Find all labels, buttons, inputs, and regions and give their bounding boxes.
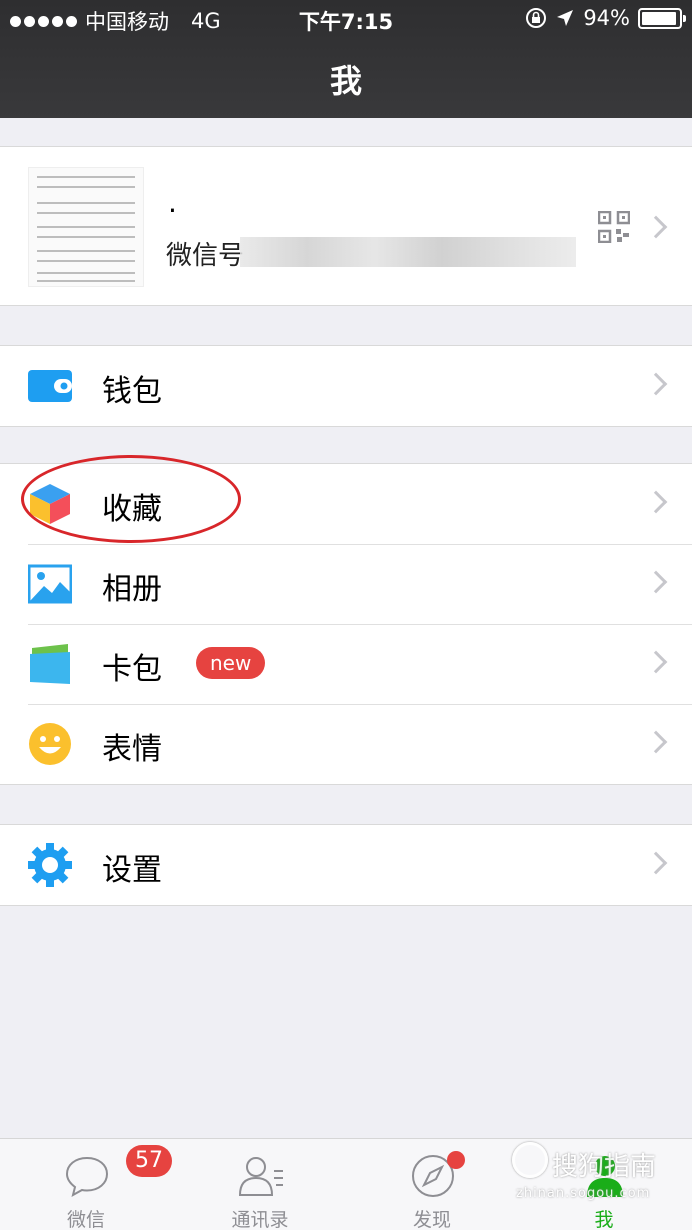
menu-item-wallet[interactable]: 钱包: [0, 346, 692, 426]
menu-item-label: 表情: [102, 732, 162, 767]
chevron-right-icon: [644, 570, 668, 594]
chevron-right-icon: [644, 730, 668, 754]
card-pack-icon: [30, 644, 70, 684]
gear-icon: [28, 843, 72, 887]
carrier-name: 中国移动: [85, 10, 169, 34]
chevron-right-icon: [644, 851, 668, 875]
chevron-right-icon: [644, 215, 668, 239]
watermark-url: zhinan.sogou.com: [516, 1186, 651, 1201]
signal-strength-icon: [10, 15, 77, 27]
menu-item-settings[interactable]: 设置: [0, 825, 692, 905]
unread-count-badge: 57: [126, 1145, 172, 1177]
wechat-id-label: 微信号: [166, 241, 245, 271]
avatar[interactable]: [28, 167, 144, 287]
qr-code-icon[interactable]: [598, 211, 630, 243]
menu-item-label: 卡包: [102, 652, 162, 687]
profile-nickname: .: [168, 186, 177, 219]
sogou-logo-icon: [512, 1142, 548, 1178]
highlight-circle: [21, 455, 241, 543]
menu-item-card-pack[interactable]: 卡包 new: [0, 624, 692, 704]
discover-dot-badge: [447, 1151, 465, 1169]
album-photo-icon: [28, 564, 72, 604]
tab-label: 发现: [412, 1209, 451, 1230]
menu-item-stickers[interactable]: 表情: [0, 704, 692, 784]
smiley-face-icon: [29, 723, 71, 765]
tab-discover[interactable]: 发现: [372, 1139, 492, 1230]
contacts-person-icon: [238, 1157, 283, 1196]
watermark-text: 搜狗指南: [552, 1152, 657, 1182]
menu-item-album[interactable]: 相册: [0, 544, 692, 624]
top-bar: 中国移动 4G 下午7:15 94% 我: [0, 0, 692, 118]
battery-percent: 94%: [583, 6, 630, 30]
tab-chats[interactable]: 微信 57: [26, 1139, 172, 1230]
watermark: 搜狗指南 zhinan.sogou.com: [512, 1140, 682, 1210]
wallet-icon: [28, 370, 72, 402]
chat-bubble-icon: [65, 1156, 109, 1197]
chevron-right-icon: [644, 372, 668, 396]
battery-icon: [638, 7, 686, 29]
wallet-group: 钱包: [0, 345, 692, 427]
menu-item-label: 设置: [102, 853, 162, 888]
settings-group: 设置: [0, 824, 692, 906]
tab-label: 通讯录: [231, 1209, 289, 1230]
tab-label: 微信: [66, 1209, 105, 1230]
profile-card[interactable]: . 微信号: [0, 146, 692, 306]
menu-item-label: 钱包: [102, 374, 162, 409]
chevron-right-icon: [644, 490, 668, 514]
status-bar: 中国移动 4G 下午7:15 94%: [0, 0, 692, 38]
location-arrow-icon: [557, 10, 574, 26]
page-title: 我: [329, 62, 362, 100]
tab-contacts[interactable]: 通讯录: [200, 1139, 320, 1230]
wechat-id-redacted: [240, 237, 576, 267]
network-type: 4G: [191, 9, 221, 33]
orientation-lock-icon: [526, 8, 547, 28]
menu-item-label: 相册: [102, 572, 162, 607]
chevron-right-icon: [644, 650, 668, 674]
new-badge: new: [196, 647, 266, 679]
